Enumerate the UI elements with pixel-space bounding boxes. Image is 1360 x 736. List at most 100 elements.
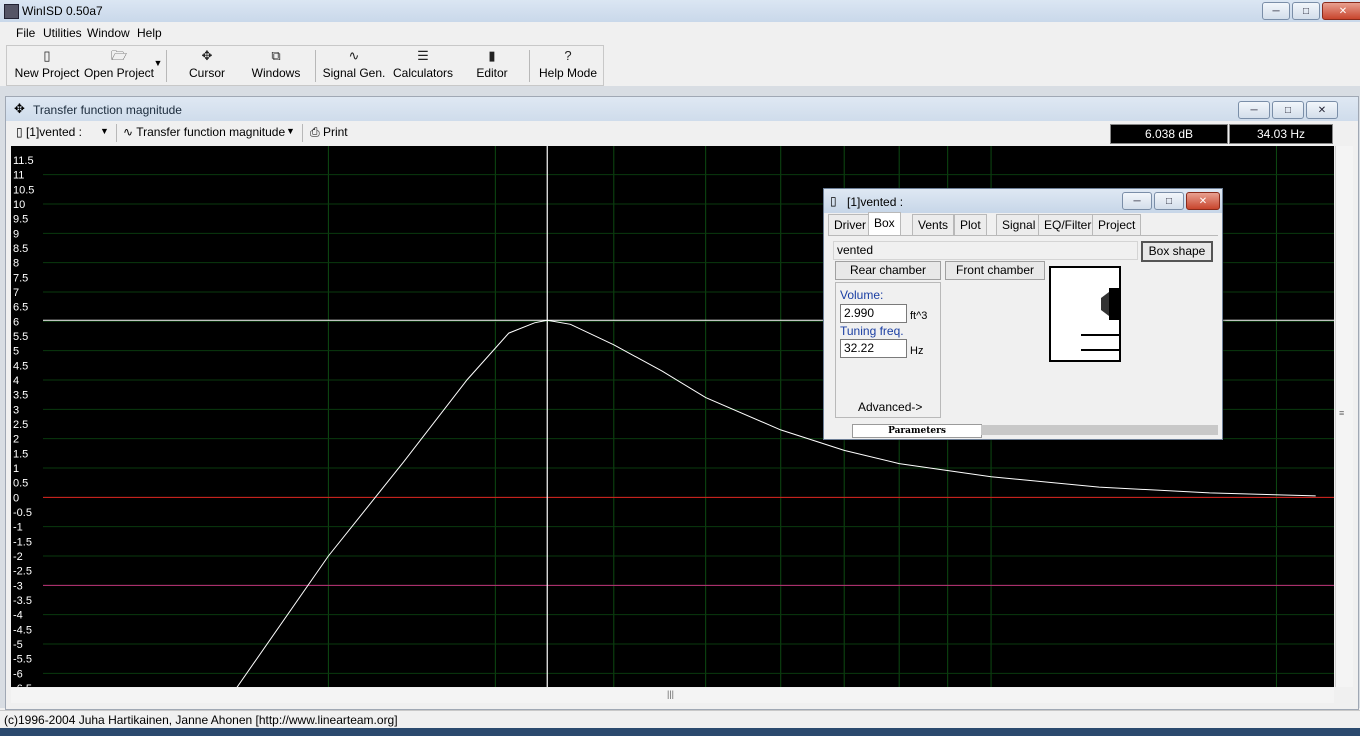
box-shape-button[interactable]: Box shape	[1141, 241, 1213, 262]
open-project-button[interactable]: 🗁 Open Project	[83, 46, 155, 85]
tuning-input[interactable]: 32.22	[840, 339, 907, 358]
y-tick-label: 7	[13, 287, 19, 299]
toolbar-separator	[315, 50, 316, 82]
taskbar	[0, 728, 1360, 736]
menu-file[interactable]: File	[16, 26, 35, 40]
tab-signal[interactable]: Signal	[996, 214, 1042, 235]
y-tick-label: 11.5	[13, 155, 34, 167]
y-tick-label: -5	[13, 639, 23, 651]
y-tick-label: 3	[13, 404, 19, 416]
dialog-minimize-button[interactable]: ─	[1122, 192, 1152, 210]
open-project-dropdown[interactable]: ▼	[152, 46, 164, 85]
y-tick-label: 8.5	[13, 243, 28, 255]
volume-input[interactable]: 2.990	[840, 304, 907, 323]
menu-utilities[interactable]: Utilities	[43, 26, 82, 40]
project-icon: ▯	[830, 194, 837, 208]
y-tick-label: 9.5	[13, 214, 28, 226]
editor-button[interactable]: ▮ Editor	[457, 46, 527, 85]
box-diagram	[1049, 266, 1121, 362]
new-project-label: New Project	[14, 66, 80, 80]
parameters-tab[interactable]: Parameters	[852, 424, 982, 438]
graph-minimize-button[interactable]: ─	[1238, 101, 1270, 119]
y-tick-label: 6	[13, 316, 19, 328]
chamber-parameters-group: Volume: 2.990 ft^3 Tuning freq. 32.22 Hz…	[835, 282, 941, 418]
print-button[interactable]: ⎙ Print	[310, 125, 360, 141]
graph-close-button[interactable]: ✕	[1306, 101, 1338, 119]
app-icon	[4, 4, 19, 19]
db-readout: 6.038 dB	[1110, 124, 1228, 144]
open-project-label: Open Project	[83, 66, 155, 80]
dialog-title-bar: ▯ [1]vented : ─ □ ✕	[824, 189, 1222, 213]
tab-driver[interactable]: Driver	[828, 214, 872, 235]
wave-icon: ∿	[123, 125, 134, 139]
box-diagram-svg	[1081, 288, 1119, 351]
minimize-button[interactable]: ─	[1262, 2, 1290, 20]
tab-vents[interactable]: Vents	[912, 214, 955, 235]
dialog-close-button[interactable]: ✕	[1186, 192, 1220, 210]
calculators-button[interactable]: ☰ Calculators	[388, 46, 458, 85]
volume-label: Volume:	[840, 288, 884, 302]
menu-window[interactable]: Window	[87, 26, 130, 40]
y-tick-label: -1.5	[13, 536, 32, 548]
y-tick-label: -2.5	[13, 566, 32, 578]
tab-plot[interactable]: Plot	[954, 214, 987, 235]
menu-bar: File Utilities Window Help	[0, 22, 1360, 44]
window-controls: ─ □ ✕	[1262, 2, 1360, 20]
y-tick-label: -0.5	[13, 507, 32, 519]
rear-chamber-button[interactable]: Rear chamber	[835, 261, 941, 280]
windows-button[interactable]: ⧉ Windows	[241, 46, 311, 85]
new-project-button[interactable]: ▯ New Project	[11, 46, 83, 85]
y-tick-label: 1	[13, 463, 19, 475]
advanced-button[interactable]: Advanced->	[858, 400, 922, 414]
menu-help[interactable]: Help	[137, 26, 162, 40]
project-select-value: [1]vented :	[25, 125, 82, 139]
y-tick-label: 3.5	[13, 390, 28, 402]
signal-gen-button[interactable]: ∿ Signal Gen.	[319, 46, 389, 85]
status-bar: (c)1996-2004 Juha Hartikainen, Janne Aho…	[0, 710, 1360, 729]
y-tick-label: 4	[13, 375, 19, 387]
chevron-down-icon: ▼	[286, 126, 295, 136]
y-tick-label: 10	[13, 199, 25, 211]
tuning-unit: Hz	[910, 345, 924, 357]
graph-window-controls: ─ □ ✕	[1238, 101, 1338, 119]
chevron-down-icon: ▼	[100, 126, 109, 136]
front-chamber-button[interactable]: Front chamber	[945, 261, 1045, 280]
graph-maximize-button[interactable]: □	[1272, 101, 1304, 119]
y-tick-label: -2	[13, 551, 23, 563]
cursor-icon: ✥	[201, 48, 213, 63]
crosshair-icon: ✥	[14, 101, 25, 116]
project-icon: ▯	[16, 125, 23, 139]
y-tick-label: 5.5	[13, 331, 28, 343]
signal-gen-label: Signal Gen.	[322, 66, 386, 80]
box-tab-panel: vented Box shape Rear chamber Front cham…	[828, 235, 1218, 424]
graph-type-select[interactable]: ∿ Transfer function magnitude ▼	[123, 125, 298, 141]
toolbar-separator	[529, 50, 530, 82]
volume-unit: ft^3	[910, 310, 928, 322]
y-tick-label: 5	[13, 346, 19, 358]
main-toolbar: ▯ New Project 🗁 Open Project ▼ ✥ Cursor …	[6, 45, 604, 86]
horizontal-scrollbar[interactable]: |||	[11, 688, 1334, 703]
graph-type-value: Transfer function magnitude	[136, 125, 286, 139]
maximize-button[interactable]: □	[1292, 2, 1320, 20]
dialog-maximize-button[interactable]: □	[1154, 192, 1184, 210]
y-tick-label: -4	[13, 610, 23, 622]
vertical-scrollbar[interactable]: ≡	[1335, 146, 1353, 687]
tab-box[interactable]: Box	[868, 212, 901, 236]
scroll-grip-icon: ≡	[1339, 408, 1345, 418]
graph-window-title: Transfer function magnitude	[33, 103, 182, 117]
y-tick-label: -5.5	[13, 654, 32, 666]
y-tick-label: 4.5	[13, 360, 28, 372]
box-name-field[interactable]: vented	[833, 241, 1138, 260]
y-tick-label: 10.5	[13, 184, 34, 196]
open-project-icon: 🗁	[110, 48, 128, 63]
help-mode-button[interactable]: ? Help Mode	[533, 46, 603, 85]
close-button[interactable]: ✕	[1322, 2, 1360, 20]
dialog-title: [1]vented :	[847, 195, 904, 209]
cursor-button[interactable]: ✥ Cursor	[172, 46, 242, 85]
tab-eq-filter[interactable]: EQ/Filter	[1038, 214, 1098, 235]
calculators-icon: ☰	[417, 48, 429, 63]
tab-project[interactable]: Project	[1092, 214, 1142, 235]
project-select[interactable]: ▯ [1]vented : ▼	[16, 125, 111, 141]
y-tick-label: 11	[13, 170, 24, 182]
y-tick-label: -3.5	[13, 595, 32, 607]
